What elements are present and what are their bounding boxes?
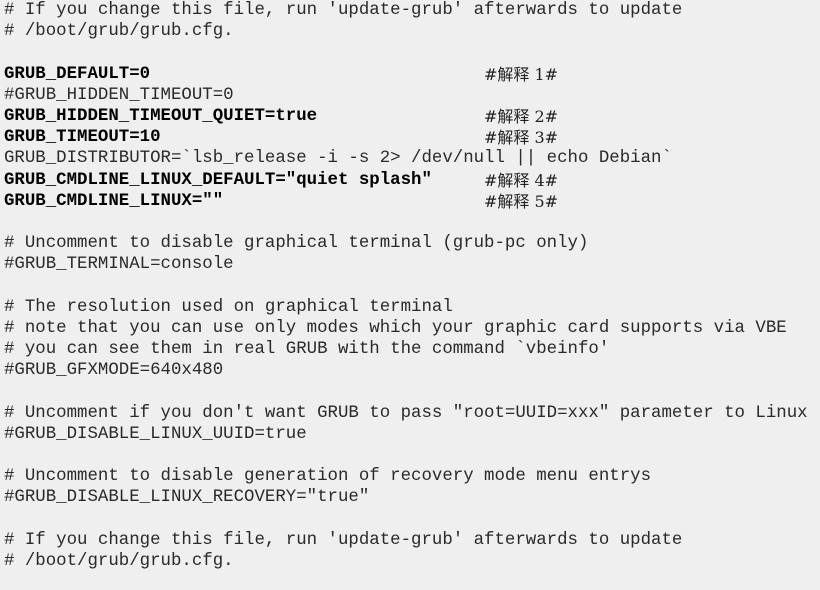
grub-config-listing: # If you change this file, run 'update-g… xyxy=(0,0,820,590)
code-line-comment: # note that you can use only modes which… xyxy=(0,318,820,339)
code-line-hidden-timeout-quiet: GRUB_HIDDEN_TIMEOUT_QUIET=true #解释 2# xyxy=(0,106,820,127)
code-text: # Uncomment to disable graphical termina… xyxy=(4,234,589,254)
code-line-comment: # The resolution used on graphical termi… xyxy=(0,297,820,318)
code-line-comment: # /boot/grub/grub.cfg. xyxy=(0,551,820,572)
code-text: # you can see them in real GRUB with the… xyxy=(4,340,610,359)
code-text: #GRUB_GFXMODE=640x480 xyxy=(4,361,224,381)
code-line-comment: # Uncomment to disable graphical termina… xyxy=(0,233,820,254)
code-text: # If you change this file, run 'update-g… xyxy=(4,530,683,550)
annotation-2: #解释 2# xyxy=(484,106,559,126)
code-line-distributor: GRUB_DISTRIBUTOR=`lsb_release -i -s 2> /… xyxy=(0,148,820,169)
code-line-hidden-timeout: #GRUB_HIDDEN_TIMEOUT=0 xyxy=(0,85,820,106)
code-line-comment: # If you change this file, run 'update-g… xyxy=(0,0,820,21)
code-line-disable-uuid: #GRUB_DISABLE_LINUX_UUID=true xyxy=(0,424,820,445)
code-text: GRUB_DISTRIBUTOR=`lsb_release -i -s 2> /… xyxy=(4,149,672,169)
code-text: # /boot/grub/grub.cfg. xyxy=(4,22,234,42)
code-line-gfxmode: #GRUB_GFXMODE=640x480 xyxy=(0,360,820,381)
code-line-cmdline: GRUB_CMDLINE_LINUX="" #解释 5# xyxy=(0,191,820,212)
code-line-terminal: #GRUB_TERMINAL=console xyxy=(0,254,820,275)
code-line-cmdline-default: GRUB_CMDLINE_LINUX_DEFAULT="quiet splash… xyxy=(0,170,820,191)
annotation-5: #解释 5# xyxy=(484,191,559,211)
code-text: #GRUB_HIDDEN_TIMEOUT=0 xyxy=(4,85,234,105)
code-text: #GRUB_TERMINAL=console xyxy=(4,255,234,275)
code-line-grub-timeout: GRUB_TIMEOUT=10 #解释 3# xyxy=(0,127,820,148)
code-text: # /boot/grub/grub.cfg. xyxy=(4,551,234,571)
code-text: #GRUB_DISABLE_LINUX_RECOVERY="true" xyxy=(4,488,370,508)
code-text: # The resolution used on graphical termi… xyxy=(4,297,453,317)
code-line-comment: # you can see them in real GRUB with the… xyxy=(0,339,820,360)
code-line-grub-default: GRUB_DEFAULT=0 #解释 1# xyxy=(0,64,820,85)
code-text: GRUB_CMDLINE_LINUX_DEFAULT="quiet splash… xyxy=(4,170,432,190)
code-text: #GRUB_DISABLE_LINUX_UUID=true xyxy=(4,424,307,444)
code-line-comment: # If you change this file, run 'update-g… xyxy=(0,530,820,551)
code-line-comment: # /boot/grub/grub.cfg. xyxy=(0,21,820,42)
code-line-comment: # Uncomment to disable generation of rec… xyxy=(0,466,820,487)
code-text: GRUB_HIDDEN_TIMEOUT_QUIET=true xyxy=(4,106,318,126)
annotation-4: #解释 4# xyxy=(484,170,559,190)
annotation-1: #解释 1# xyxy=(484,64,559,84)
code-line-comment: # Uncomment if you don't want GRUB to pa… xyxy=(0,403,820,424)
code-text: # note that you can use only modes which… xyxy=(4,318,787,338)
code-line-disable-recovery: #GRUB_DISABLE_LINUX_RECOVERY="true" xyxy=(0,487,820,508)
code-text: # Uncomment if you don't want GRUB to pa… xyxy=(4,403,808,423)
code-text: # If you change this file, run 'update-g… xyxy=(4,1,683,20)
code-text: # Uncomment to disable generation of rec… xyxy=(4,467,652,487)
code-text: GRUB_TIMEOUT=10 xyxy=(4,128,161,148)
annotation-3: #解释 3# xyxy=(484,128,559,148)
code-text: GRUB_DEFAULT=0 xyxy=(4,64,151,84)
code-text: GRUB_CMDLINE_LINUX="" xyxy=(4,191,224,211)
